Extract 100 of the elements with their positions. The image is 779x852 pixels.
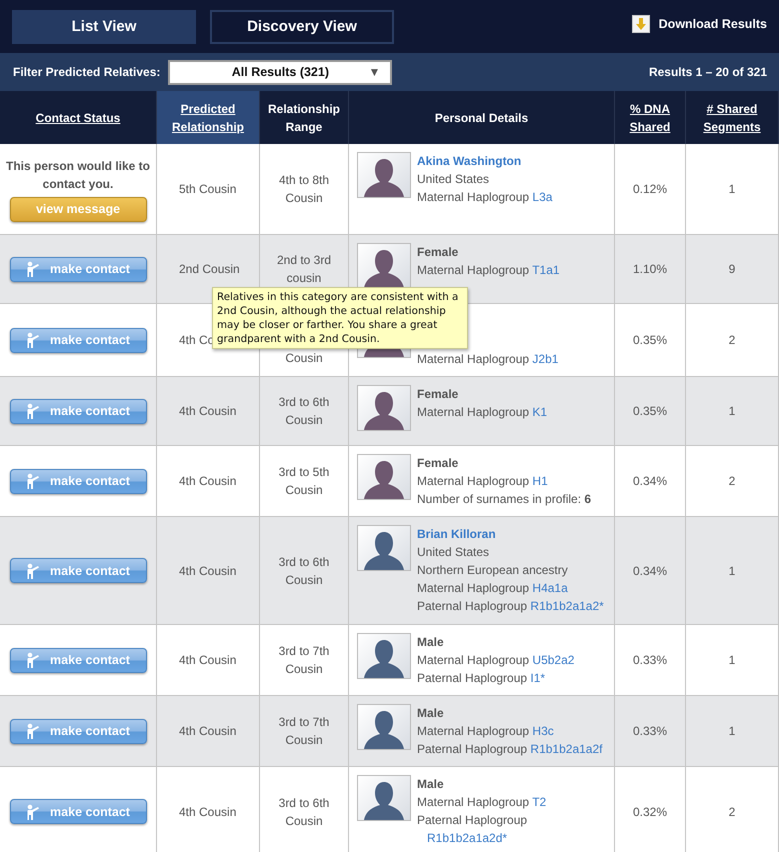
person-pointing-icon [26, 723, 40, 739]
gender-text: Male [417, 634, 445, 651]
detail-text: United States [417, 544, 490, 561]
column-header: Relationship Range [260, 91, 349, 144]
haplogroup-label: Maternal Haplogroup [417, 190, 530, 204]
avatar-silhouette-icon [357, 243, 411, 289]
download-results-link[interactable]: Download Results [658, 16, 767, 30]
make-contact-button[interactable]: make contact [10, 558, 146, 583]
table-cell: 0.35% [615, 304, 686, 377]
gender-text: Male [417, 705, 445, 722]
table-cell: 0.33% [615, 696, 686, 767]
make-contact-button[interactable]: make contact [10, 328, 146, 352]
person-pointing-icon [26, 562, 40, 578]
avatar-silhouette-icon [357, 775, 411, 821]
table-cell: 3rd to 6th Cousin [260, 517, 349, 625]
table-cell: 4th Cousin [157, 696, 260, 767]
table-cell: 4th Cousin [157, 767, 260, 852]
haplogroup-label: Maternal Haplogroup [417, 724, 530, 738]
haplogroup-link[interactable]: H4a1a [532, 581, 568, 595]
haplogroup-link[interactable]: H3c [532, 724, 554, 738]
tooltip: Relatives in this category are consistent with a 2nd Cousin, although the actual relationship may be closer or farther. You share a great grandparent with a 2nd Cousin. [212, 287, 468, 349]
haplogroup-label: Maternal Haplogroup [417, 581, 530, 595]
download-icon[interactable] [632, 14, 650, 32]
make-contact-button[interactable]: make contact [10, 718, 146, 744]
person-pointing-icon [26, 332, 40, 348]
avatar-silhouette-icon [357, 525, 411, 571]
table-cell: 4th to 8th Cousin [260, 144, 349, 235]
table-cell: 1.10% [615, 235, 686, 304]
table-cell: 1 [686, 377, 779, 446]
haplogroup-label: Maternal Haplogroup [417, 474, 530, 488]
haplogroup-label: Maternal Haplogroup [417, 352, 530, 366]
haplogroup-link[interactable]: R1b1b2a1a2* [530, 599, 604, 613]
haplogroup-link[interactable]: I1* [530, 671, 546, 685]
avatar-silhouette-icon [357, 704, 411, 750]
haplogroup-link[interactable]: L3a [532, 190, 552, 204]
column-header[interactable]: Predicted Relationship [157, 91, 260, 144]
haplogroup-link[interactable]: U5b2a2 [532, 653, 574, 667]
gender-text: Female [417, 386, 460, 403]
table-cell: 0.12% [615, 144, 686, 235]
avatar-silhouette-icon [357, 152, 411, 198]
table-cell: 3rd to 7th Cousin [260, 625, 349, 696]
haplogroup-link[interactable]: T1a1 [532, 263, 560, 277]
column-header[interactable]: Contact Status [0, 91, 157, 144]
avatar-silhouette-icon [357, 454, 411, 500]
table-cell: 3rd to 7th Cousin [260, 696, 349, 767]
person-pointing-icon [26, 473, 40, 489]
table-cell: 2 [686, 446, 779, 517]
haplogroup-label: Paternal Haplogroup [417, 671, 528, 685]
column-header: Personal Details [349, 91, 615, 144]
person-pointing-icon [26, 804, 40, 820]
haplogroup-label: Maternal Haplogroup [417, 263, 530, 277]
caret-icon: ▼ [368, 65, 380, 79]
table-cell: 0.34% [615, 517, 686, 625]
contact-request-note: This person would like to contact you. [4, 158, 151, 192]
column-header[interactable]: % DNA Shared [615, 91, 686, 144]
avatar-silhouette-icon [357, 385, 411, 431]
make-contact-button[interactable]: make contact [10, 398, 146, 424]
detail-text: Northern European ancestry [417, 562, 569, 579]
detail-text: United States [417, 171, 490, 188]
column-header[interactable]: # Shared Segments [686, 91, 779, 144]
make-contact-button[interactable]: make contact [10, 648, 146, 672]
make-contact-button[interactable]: make contact [10, 256, 146, 282]
table-cell: 1 [686, 517, 779, 625]
table-cell: 5th Cousin [157, 144, 260, 235]
person-pointing-icon [26, 261, 40, 277]
haplogroup-label: Maternal Haplogroup [417, 653, 530, 667]
table-cell: 3rd to 6th Cousin [260, 767, 349, 852]
surname-count-label: Number of surnames in profile: [417, 492, 582, 506]
haplogroup-label: Paternal Haplogroup [417, 812, 528, 829]
table-cell: 3rd to 6th Cousin [260, 377, 349, 446]
haplogroup-link[interactable]: T2 [532, 795, 546, 809]
table-cell: 4th Cousin [157, 446, 260, 517]
haplogroup-link[interactable]: J2b1 [532, 352, 558, 366]
table-cell: 3rd to 5th Cousin [260, 446, 349, 517]
person-pointing-icon [26, 652, 40, 668]
gender-text: Female [417, 455, 460, 472]
table-cell: 4th Cousin [157, 517, 260, 625]
make-contact-button[interactable]: make contact [10, 799, 146, 824]
filter-label: Filter Predicted Relatives: [13, 65, 160, 79]
table-cell: 1 [686, 144, 779, 235]
table-cell: 0.35% [615, 377, 686, 446]
haplogroup-link[interactable]: R1b1b2a1a2d* [417, 829, 546, 847]
table-cell: 2 [686, 767, 779, 852]
filter-dropdown[interactable]: All Results (321) ▼ [168, 60, 392, 84]
table-cell: 0.32% [615, 767, 686, 852]
haplogroup-link[interactable]: K1 [532, 405, 548, 419]
make-contact-button[interactable]: make contact [10, 468, 146, 494]
haplogroup-link[interactable]: H1 [532, 474, 548, 488]
table-cell: 1 [686, 696, 779, 767]
haplogroup-link[interactable]: R1b1b2a1a2f [530, 742, 602, 756]
person-name-link[interactable]: Brian Killoran [417, 525, 604, 543]
haplogroup-label: Maternal Haplogroup [417, 405, 530, 419]
view-tab[interactable]: Discovery View [210, 10, 394, 44]
person-pointing-icon [26, 403, 40, 419]
haplogroup-label: Maternal Haplogroup [417, 795, 530, 809]
gender-text: Female [417, 244, 460, 261]
view-tab[interactable]: List View [12, 10, 196, 44]
person-name-link[interactable]: Akina Washington [417, 152, 552, 170]
haplogroup-label: Paternal Haplogroup [417, 599, 528, 613]
avatar-silhouette-icon [357, 633, 411, 679]
